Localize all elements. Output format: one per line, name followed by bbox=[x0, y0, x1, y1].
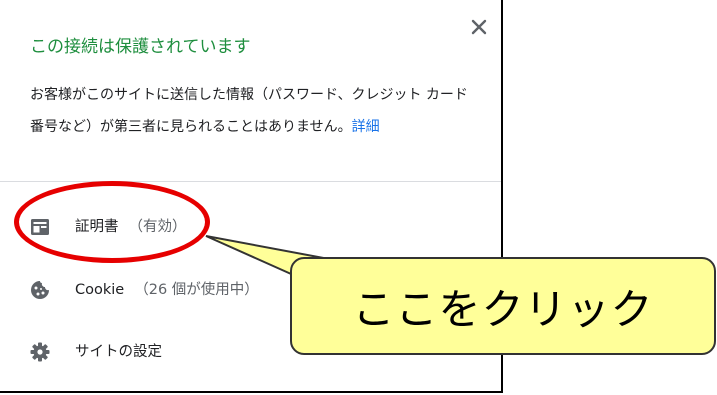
certificate-icon bbox=[31, 219, 49, 235]
certificate-text: 証明書 bbox=[75, 219, 119, 235]
connection-description: お客様がこのサイトに送信した情報（パスワード、クレジット カード番号など）が第三… bbox=[30, 79, 478, 143]
callout-box: ここをクリック bbox=[290, 257, 716, 355]
certificate-row[interactable]: 証明書 （有効） bbox=[0, 202, 501, 250]
close-button[interactable] bbox=[466, 14, 492, 40]
close-icon[interactable] bbox=[471, 19, 487, 35]
cookie-icon bbox=[31, 281, 49, 299]
callout-text: ここをクリック bbox=[352, 284, 654, 334]
description-text: お客様がこのサイトに送信した情報（パスワード、クレジット カード番号など）が第三… bbox=[30, 87, 468, 135]
cookie-label: Cookie （26 個が使用中） bbox=[75, 278, 259, 299]
certificate-label: 証明書 （有効） bbox=[75, 215, 187, 236]
cookie-count: （26 個が使用中） bbox=[134, 282, 259, 298]
connection-secure-title: この接続は保護されています bbox=[30, 37, 251, 57]
certificate-status: （有効） bbox=[128, 219, 187, 235]
site-settings-label: サイトの設定 bbox=[75, 344, 162, 360]
cookie-text: Cookie bbox=[75, 282, 125, 298]
divider bbox=[0, 181, 501, 182]
details-link[interactable]: 詳細 bbox=[352, 119, 380, 135]
gear-icon bbox=[30, 342, 50, 362]
